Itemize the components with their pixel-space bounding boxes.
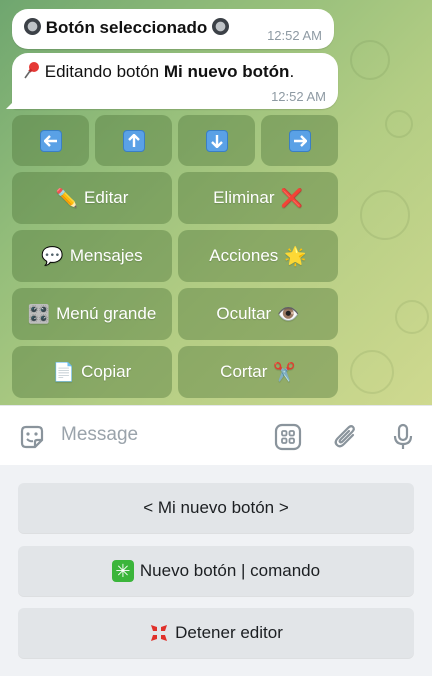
button-label: < Mi nuevo botón >: [143, 498, 289, 517]
chat-area: Botón seleccionado 12:52 AM Editando bot…: [0, 0, 432, 405]
pushpin-icon: [24, 62, 39, 79]
keyboard-grid-icon[interactable]: [273, 422, 303, 452]
sticker-icon[interactable]: [17, 422, 47, 452]
anger-symbol-icon: [151, 625, 168, 641]
wallpaper-doodle: [350, 350, 394, 394]
inline-button-menu-grande[interactable]: 🎛️ Menú grande: [12, 288, 172, 340]
inline-button-down[interactable]: [178, 115, 255, 166]
button-label: Copiar: [81, 362, 132, 381]
eight-spoked-asterisk-icon: ✳: [111, 560, 134, 582]
inline-button-mensajes[interactable]: 💬 Mensajes: [12, 230, 172, 282]
message-time: 12:52 AM: [267, 28, 322, 43]
message-suffix: .: [289, 62, 295, 81]
message-bold: Mi nuevo botón: [163, 62, 290, 81]
inline-button-acciones[interactable]: Acciones 🌟: [178, 230, 338, 282]
bubble-tail: [6, 97, 18, 109]
control-knobs-icon: 🎛️: [27, 304, 51, 324]
arrow-right-icon: [288, 129, 311, 152]
wallpaper-doodle: [360, 190, 410, 240]
message-body: Botón seleccionado: [45, 18, 208, 37]
inline-button-right[interactable]: [261, 115, 338, 166]
button-label: Acciones: [209, 246, 279, 265]
scissors-icon: ✂️: [273, 362, 296, 382]
inline-button-up[interactable]: [95, 115, 172, 166]
arrow-left-icon: [39, 129, 62, 152]
eye-icon: 👁️: [277, 304, 300, 324]
button-label: Mensajes: [69, 246, 143, 265]
speech-bubble-icon: 💬: [41, 246, 64, 266]
button-label: Nuevo botón | comando: [139, 561, 321, 580]
inline-button-left[interactable]: [12, 115, 89, 166]
button-label: Detener editor: [175, 623, 283, 642]
cross-mark-icon: ❌: [280, 188, 303, 208]
button-label: Editar: [84, 188, 129, 207]
radio-circle-icon: [212, 18, 229, 35]
message-bubble[interactable]: Editando botón Mi nuevo botón. 12:52 AM: [6, 53, 338, 109]
reply-button-mi-nuevo-boton[interactable]: < Mi nuevo botón >: [18, 483, 414, 533]
message-bubble[interactable]: Botón seleccionado 12:52 AM: [12, 9, 334, 49]
inline-button-eliminar[interactable]: Eliminar ❌: [178, 172, 338, 224]
wallpaper-doodle: [385, 110, 413, 138]
arrow-down-icon: [205, 129, 228, 152]
wallpaper-doodle: [350, 40, 390, 80]
page-icon: 📄: [52, 362, 76, 382]
paperclip-icon[interactable]: [331, 422, 361, 452]
pencil-icon: ✏️: [55, 188, 78, 208]
button-label: Cortar: [220, 362, 268, 381]
reply-button-nuevo-boton-comando[interactable]: ✳ Nuevo botón | comando: [18, 546, 414, 596]
inline-button-cortar[interactable]: Cortar ✂️: [178, 346, 338, 398]
button-label: Ocultar: [216, 304, 272, 323]
button-label: Eliminar: [213, 188, 275, 207]
message-input-bar: Message: [0, 405, 432, 465]
reply-keyboard: < Mi nuevo botón > ✳ Nuevo botón | coman…: [0, 465, 432, 676]
message-prefix: Editando botón: [44, 62, 164, 81]
message-input[interactable]: Message: [61, 424, 138, 446]
reply-button-detener-editor[interactable]: Detener editor: [18, 608, 414, 658]
microphone-icon[interactable]: [388, 422, 418, 452]
radio-circle-icon: [24, 18, 41, 35]
sparkle-star-icon: 🌟: [284, 246, 307, 266]
wallpaper-doodle: [395, 300, 429, 334]
message-text: Editando botón Mi nuevo botón.: [24, 61, 326, 83]
button-label: Menú grande: [56, 304, 157, 323]
inline-button-editar[interactable]: ✏️ Editar: [12, 172, 172, 224]
inline-button-ocultar[interactable]: Ocultar 👁️: [178, 288, 338, 340]
arrow-up-icon: [122, 129, 145, 152]
inline-button-copiar[interactable]: 📄 Copiar: [12, 346, 172, 398]
message-time: 12:52 AM: [271, 89, 326, 104]
